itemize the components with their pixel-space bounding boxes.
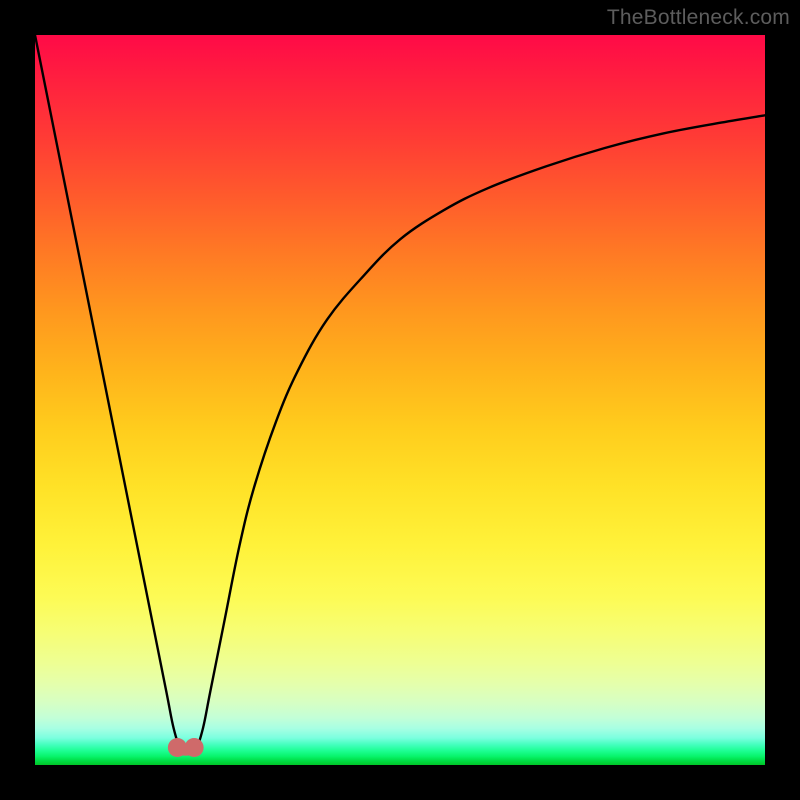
curve-svg [35,35,765,765]
watermark-text: TheBottleneck.com [607,6,790,30]
bottleneck-curve [35,35,765,754]
plot-area [35,35,765,765]
chart-stage: TheBottleneck.com [0,0,800,800]
min-marker-bridge [177,747,194,751]
